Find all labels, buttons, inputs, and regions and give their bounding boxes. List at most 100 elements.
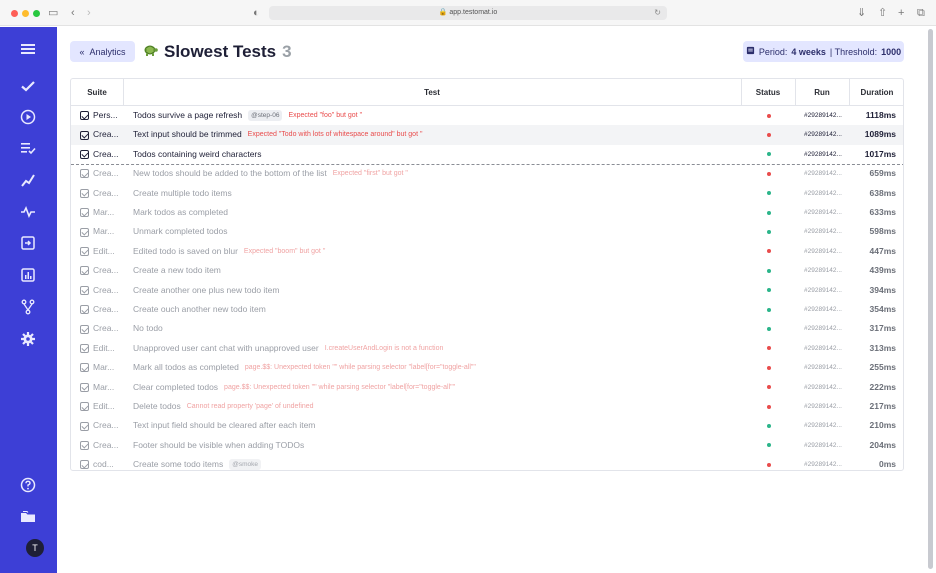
column-header-run[interactable]: Run <box>795 79 849 106</box>
test-cell[interactable]: Todos survive a page refresh @step-06 Expe… <box>133 106 738 125</box>
suite-cell[interactable]: Crea... <box>80 145 130 164</box>
branch-icon[interactable] <box>18 297 38 317</box>
period-threshold-badge[interactable]: Period: 4 weeks | Threshold: 1000 <box>743 41 904 62</box>
test-cell[interactable]: No todo <box>133 319 738 338</box>
table-row[interactable]: Mar... Mark todos as completed #29289142..… <box>71 203 903 222</box>
test-title[interactable]: Create ouch another new todo item <box>133 300 266 319</box>
test-title[interactable]: Footer should be visible when adding TOD… <box>133 436 304 455</box>
run-link[interactable]: #29289142... <box>795 378 845 397</box>
trend-icon[interactable] <box>18 170 38 190</box>
test-cell[interactable]: Footer should be visible when adding TOD… <box>133 436 738 455</box>
suite-cell[interactable]: Crea... <box>80 319 130 338</box>
test-cell[interactable]: Create another one plus new todo item <box>133 281 738 300</box>
table-row[interactable]: Mar... Mark all todos as completed page.$$… <box>71 358 903 377</box>
runs-list-icon[interactable] <box>18 138 38 158</box>
test-title[interactable]: Unapproved user cant chat with unapprove… <box>133 339 319 358</box>
suite-cell[interactable]: Edit... <box>80 339 130 358</box>
column-header-suite[interactable]: Suite <box>71 79 123 106</box>
reload-icon[interactable]: ↻ <box>654 6 661 20</box>
test-cell[interactable]: Mark todos as completed <box>133 203 738 222</box>
suite-cell[interactable]: Crea... <box>80 281 130 300</box>
run-link[interactable]: #29289142... <box>795 455 845 470</box>
test-title[interactable]: No todo <box>133 319 163 338</box>
zoom-window-button[interactable] <box>33 10 40 17</box>
suite-cell[interactable]: Crea... <box>80 300 130 319</box>
avatar[interactable]: T <box>26 539 44 557</box>
minimize-window-button[interactable] <box>22 10 29 17</box>
forward-arrow-icon[interactable]: › <box>87 6 91 20</box>
test-title[interactable]: Unmark completed todos <box>133 222 228 241</box>
run-link[interactable]: #29289142... <box>795 319 845 338</box>
test-title[interactable]: Todos survive a page refresh <box>133 106 242 125</box>
test-title[interactable]: Create another one plus new todo item <box>133 281 279 300</box>
folder-icon[interactable] <box>18 507 38 527</box>
test-title[interactable]: Mark todos as completed <box>133 203 228 222</box>
new-tab-icon[interactable]: + <box>898 6 904 20</box>
run-link[interactable]: #29289142... <box>795 300 845 319</box>
shield-icon[interactable]: ◐ <box>253 6 260 20</box>
close-window-button[interactable] <box>11 10 18 17</box>
run-link[interactable]: #29289142... <box>795 358 845 377</box>
column-header-status[interactable]: Status <box>741 79 795 106</box>
run-link[interactable]: #29289142... <box>795 242 845 261</box>
test-cell[interactable]: Text input should be trimmed Expected "To… <box>133 125 738 144</box>
run-link[interactable]: #29289142... <box>795 222 845 241</box>
run-link[interactable]: #29289142... <box>795 416 845 435</box>
column-header-test[interactable]: Test <box>123 79 741 106</box>
suite-cell[interactable]: Edit... <box>80 397 130 416</box>
suite-cell[interactable]: Crea... <box>80 416 130 435</box>
table-row[interactable]: Mar... Clear completed todos page.$$: Unex… <box>71 378 903 397</box>
suite-cell[interactable]: Crea... <box>80 261 130 280</box>
test-title[interactable]: Create some todo items <box>133 455 223 470</box>
test-tag[interactable]: @step-06 <box>248 110 283 122</box>
test-cell[interactable]: Text input field should be cleared after… <box>133 416 738 435</box>
suite-cell[interactable]: Crea... <box>80 436 130 455</box>
column-header-duration[interactable]: Duration <box>849 79 903 106</box>
test-cell[interactable]: Edited todo is saved on blur Expected "bo… <box>133 242 738 261</box>
test-title[interactable]: Create multiple todo items <box>133 184 232 203</box>
table-row[interactable]: Edit... Unapproved user cant chat with un… <box>71 339 903 358</box>
test-tag[interactable]: @smoke <box>229 459 261 470</box>
run-link[interactable]: #29289142... <box>795 436 845 455</box>
run-link[interactable]: #29289142... <box>795 339 845 358</box>
test-cell[interactable]: Unmark completed todos <box>133 222 738 241</box>
run-link[interactable]: #29289142... <box>795 125 845 144</box>
table-row[interactable]: Pers... Todos survive a page refresh @step… <box>71 106 903 125</box>
table-row[interactable]: Crea... Create another one plus new todo … <box>71 281 903 300</box>
test-title[interactable]: Create a new todo item <box>133 261 221 280</box>
analytics-back-button[interactable]: « Analytics <box>70 41 135 62</box>
table-row[interactable]: Crea... Create ouch another new todo item… <box>71 300 903 319</box>
test-cell[interactable]: Todos containing weird characters <box>133 145 738 164</box>
test-cell[interactable]: Create some todo items @smoke <box>133 455 738 470</box>
test-cell[interactable]: Mark all todos as completed page.$$: Unex… <box>133 358 738 377</box>
table-row[interactable]: cod... Create some todo items @smoke #29289… <box>71 455 903 470</box>
analytics-icon[interactable] <box>18 265 38 285</box>
table-row[interactable]: Edit... Edited todo is saved on blur Expec… <box>71 242 903 261</box>
import-icon[interactable] <box>18 233 38 253</box>
pulse-icon[interactable] <box>18 202 38 222</box>
suite-cell[interactable]: Edit... <box>80 242 130 261</box>
settings-icon[interactable] <box>18 329 38 349</box>
help-icon[interactable] <box>18 475 38 495</box>
suite-cell[interactable]: Mar... <box>80 222 130 241</box>
suite-cell[interactable]: cod... <box>80 455 130 470</box>
table-row[interactable]: Crea... Create multiple todo items #292891… <box>71 184 903 203</box>
address-bar[interactable]: 🔒 app.testomat.io ↻ <box>269 6 667 20</box>
run-link[interactable]: #29289142... <box>795 203 845 222</box>
sidebar-toggle-icon[interactable]: ▭ <box>48 6 58 20</box>
page-scrollbar[interactable] <box>928 27 933 573</box>
back-arrow-icon[interactable]: ‹ <box>71 6 75 20</box>
share-icon[interactable]: ⇧ <box>878 6 887 20</box>
check-icon[interactable] <box>18 76 38 96</box>
test-cell[interactable]: Create a new todo item <box>133 261 738 280</box>
suite-cell[interactable]: Mar... <box>80 378 130 397</box>
suite-cell[interactable]: Crea... <box>80 184 130 203</box>
table-row[interactable]: Crea... New todos should be added to the … <box>71 164 903 183</box>
run-link[interactable]: #29289142... <box>795 164 845 183</box>
table-row[interactable]: Edit... Delete todos Cannot read property … <box>71 397 903 416</box>
download-icon[interactable]: ⇓ <box>857 6 866 20</box>
test-cell[interactable]: Unapproved user cant chat with unapprove… <box>133 339 738 358</box>
table-row[interactable]: Crea... Footer should be visible when add… <box>71 436 903 455</box>
test-title[interactable]: Clear completed todos <box>133 378 218 397</box>
table-row[interactable]: Crea... Todos containing weird characters… <box>71 145 903 164</box>
